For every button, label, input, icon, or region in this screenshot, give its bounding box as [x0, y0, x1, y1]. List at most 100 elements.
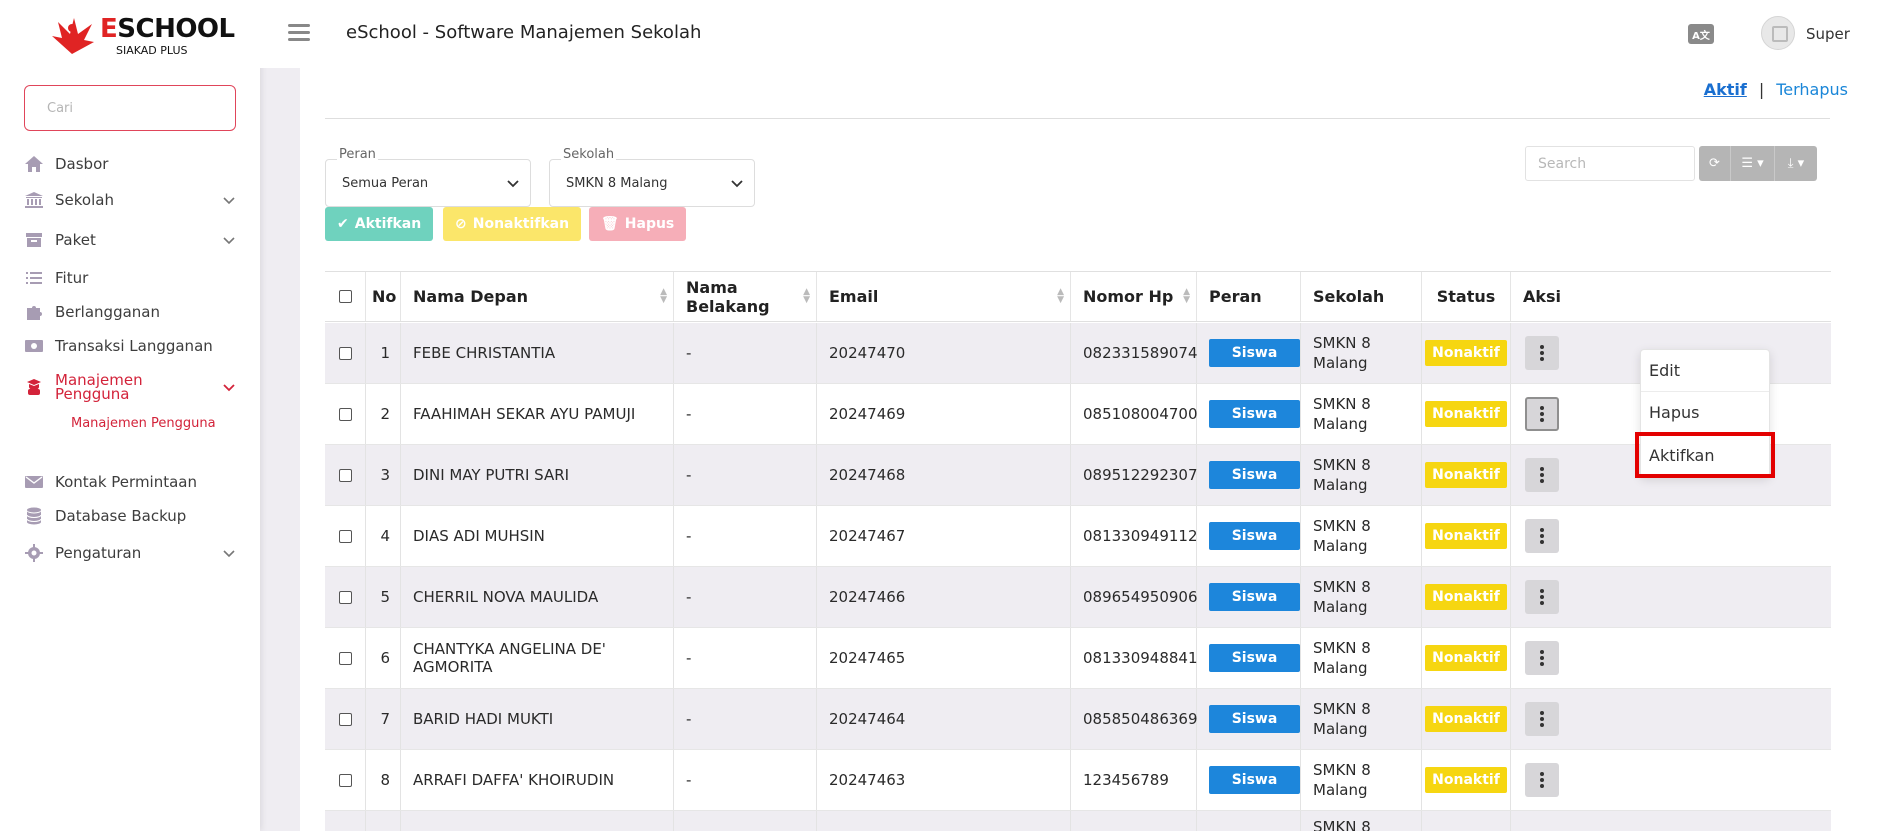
export-button[interactable]: ⤓ ▾ [1775, 146, 1817, 181]
role-select[interactable]: Semua Peran [325, 159, 531, 207]
sidebar-item-pengaturan[interactable]: Pengaturan [24, 539, 236, 567]
sidebar-item-fitur[interactable]: Fitur [24, 264, 236, 292]
row-actions-button[interactable] [1525, 336, 1559, 370]
tab-separator: | [1758, 80, 1765, 99]
user-name[interactable]: Super [1806, 25, 1850, 43]
cell-sekolah: SMKN 8 Malang [1301, 750, 1422, 810]
cell-status: Nonaktif [1422, 323, 1511, 383]
row-actions-button[interactable] [1525, 397, 1559, 431]
cell-email: 20247465 [817, 628, 1071, 688]
menu-item-edit[interactable]: Edit [1641, 350, 1769, 392]
cell-peran: Siswa [1197, 750, 1301, 810]
logo-title: ESCHOOL [100, 14, 235, 44]
role-filter-label: Peran [337, 147, 378, 162]
sidebar-item-label: Sekolah [55, 191, 114, 209]
cell-aksi [1511, 689, 1831, 749]
sidebar-item-dasbor[interactable]: Dasbor [24, 150, 236, 178]
menu-item-aktifkan[interactable]: Aktifkan [1635, 432, 1775, 478]
row-checkbox[interactable] [338, 651, 352, 665]
delete-button-label: Hapus [624, 216, 675, 232]
cell-nama-belakang: - [674, 506, 817, 566]
download-icon: ⤓ ▾ [1787, 156, 1805, 171]
header-peran: Peran [1197, 272, 1301, 321]
cell-status: Nonaktif [1422, 506, 1511, 566]
status-badge: Nonaktif [1425, 401, 1507, 427]
kebab-icon [1540, 770, 1544, 790]
sidebar-item-paket[interactable]: Paket [24, 226, 236, 254]
sidebar-item-kontak-permintaan[interactable]: Kontak Permintaan [24, 468, 236, 496]
sidebar-item-sekolah[interactable]: Sekolah [24, 186, 236, 214]
school-line-1: SMKN 8 [1313, 818, 1371, 831]
select-all-checkbox[interactable] [338, 290, 352, 303]
row-actions-button[interactable] [1525, 702, 1559, 736]
role-badge: Siswa [1209, 400, 1300, 428]
cell-peran: Siswa [1197, 506, 1301, 566]
cell-email: 20247463 [817, 750, 1071, 810]
cell-nama-depan: DINI MAY PUTRI SARI [401, 445, 674, 505]
sidebar: ESCHOOL SIAKAD PLUS Dasbor Sekolah Paket… [0, 0, 260, 831]
trash-icon: 🗑 [601, 216, 619, 232]
columns-button[interactable]: ☰ ▾ [1731, 146, 1775, 181]
row-checkbox[interactable] [338, 712, 352, 726]
school-line-2: Malang [1313, 537, 1368, 555]
row-checkbox[interactable] [338, 529, 352, 543]
chevron-down-icon [223, 550, 235, 558]
sort-icon: ▲ ▼ [1057, 287, 1064, 305]
row-checkbox[interactable] [338, 773, 352, 787]
activate-button[interactable]: ✔ Aktifkan [325, 207, 434, 241]
cell-sekolah: SMKN 8 Malang [1301, 384, 1422, 444]
sidebar-subitem-manajemen-pengguna[interactable]: Manajemen Pengguna [71, 416, 216, 431]
header-nama-belakang[interactable]: Nama Belakang ▲ ▼ [674, 272, 817, 321]
language-icon[interactable]: A文 [1688, 24, 1714, 44]
check-icon: ✔ [337, 216, 349, 232]
cell-sekolah: SMKN 8 [1301, 811, 1422, 831]
role-select-value: Semua Peran [342, 175, 429, 191]
sidebar-item-manajemen-pengguna[interactable]: Manajemen Pengguna [24, 372, 236, 402]
sidebar-search-input[interactable] [24, 85, 236, 131]
refresh-button[interactable]: ⟳ [1699, 146, 1731, 181]
cell-email: 20247467 [817, 506, 1071, 566]
row-actions-button[interactable] [1525, 519, 1559, 553]
sidebar-item-database-backup[interactable]: Database Backup [24, 502, 236, 530]
cell-nama-belakang: - [674, 384, 817, 444]
logo-title-rest: SCHOOL [117, 14, 235, 44]
sidebar-item-berlangganan[interactable]: Berlangganan [24, 298, 236, 326]
row-actions-button[interactable] [1525, 763, 1559, 797]
deactivate-button[interactable]: ⊘ Nonaktifkan [443, 207, 582, 241]
tab-aktif[interactable]: Aktif [1704, 80, 1747, 99]
delete-button[interactable]: 🗑 Hapus [589, 207, 687, 241]
tab-terhapus[interactable]: Terhapus [1776, 80, 1848, 99]
row-checkbox[interactable] [338, 468, 352, 482]
row-actions-button[interactable] [1525, 458, 1559, 492]
hamburger-menu-icon[interactable] [288, 24, 310, 42]
role-badge: Siswa [1209, 583, 1300, 611]
kebab-icon [1540, 404, 1544, 424]
header-nomor-hp[interactable]: Nomor Hp ▲ ▼ [1071, 272, 1197, 321]
row-checkbox[interactable] [338, 346, 352, 360]
school-line-1: SMKN 8 [1313, 700, 1371, 718]
eschool-logo[interactable]: ESCHOOL SIAKAD PLUS [48, 12, 235, 58]
cell-nama-depan: DIAS ADI MUHSIN [401, 506, 674, 566]
school-select-value: SMKN 8 Malang [566, 175, 668, 191]
cell-select [325, 323, 366, 383]
list-icon [24, 268, 44, 288]
header-nama-depan[interactable]: Nama Depan ▲ ▼ [401, 272, 674, 321]
gear-icon [24, 543, 44, 563]
sidebar-item-label: Berlangganan [55, 303, 160, 321]
row-checkbox[interactable] [338, 407, 352, 421]
row-actions-button[interactable] [1525, 641, 1559, 675]
header-email[interactable]: Email ▲ ▼ [817, 272, 1071, 321]
cell-nomor-hp: 123456789 [1071, 750, 1197, 810]
cell-no: 3 [366, 445, 401, 505]
avatar[interactable] [1761, 16, 1795, 50]
sidebar-item-transaksi-langganan[interactable]: Transaksi Langganan [24, 332, 236, 360]
school-select[interactable]: SMKN 8 Malang [549, 159, 755, 207]
header-no[interactable]: No [366, 272, 401, 321]
status-badge: Nonaktif [1425, 462, 1507, 488]
table-search-input[interactable] [1525, 146, 1695, 181]
menu-item-hapus[interactable]: Hapus [1641, 392, 1769, 434]
role-badge: Siswa [1209, 766, 1300, 794]
cell-select [325, 689, 366, 749]
row-checkbox[interactable] [338, 590, 352, 604]
row-actions-button[interactable] [1525, 580, 1559, 614]
